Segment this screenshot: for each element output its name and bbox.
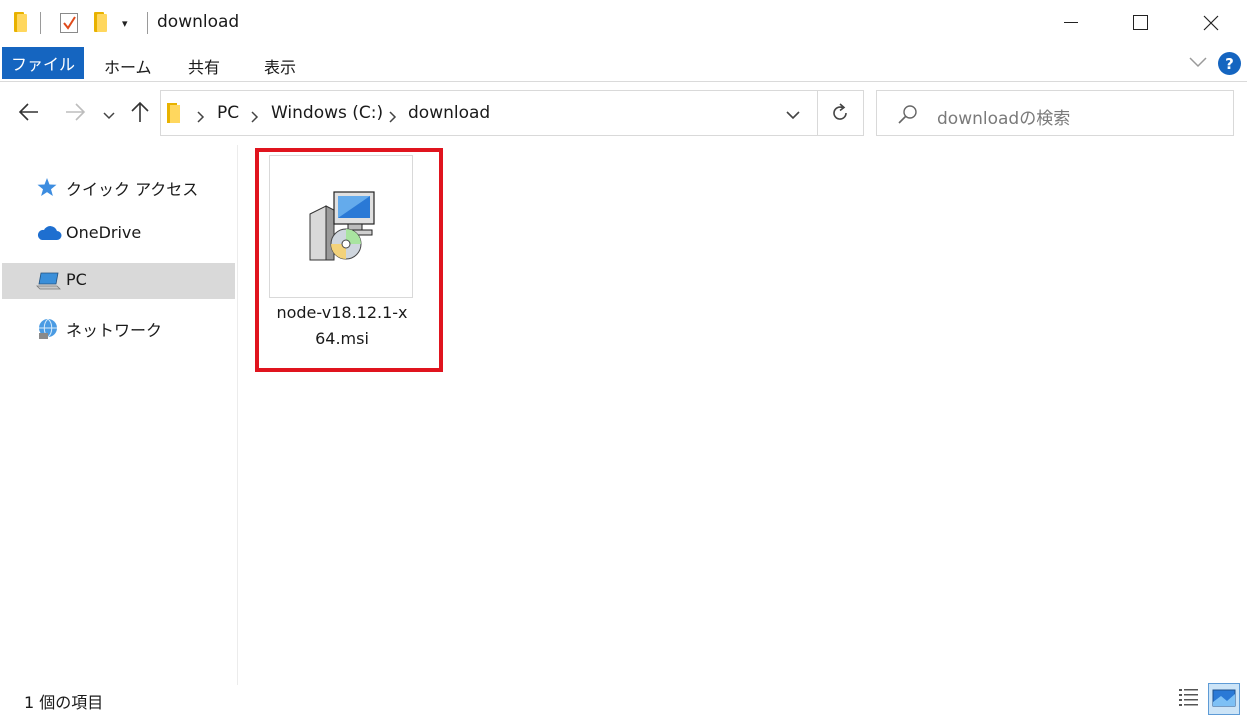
- expand-ribbon-icon[interactable]: [1188, 54, 1208, 73]
- large-icons-view-icon[interactable]: [1208, 683, 1240, 715]
- divider: [147, 12, 148, 34]
- window-title: download: [157, 12, 240, 32]
- search-box[interactable]: downloadの検索: [876, 90, 1234, 136]
- search-placeholder: downloadの検索: [937, 109, 1071, 129]
- breadcrumb-separator-icon[interactable]: [251, 108, 259, 127]
- tab-share[interactable]: 共有: [188, 54, 220, 78]
- sidebar-item-network[interactable]: ネットワーク: [2, 310, 235, 346]
- breadcrumb-pc[interactable]: PC: [217, 103, 239, 123]
- maximize-button[interactable]: [1106, 0, 1176, 46]
- title-bar: ▾ download: [0, 0, 1247, 46]
- tab-view[interactable]: 表示: [264, 54, 296, 78]
- sidebar-item-quick-access[interactable]: クイック アクセス: [2, 169, 235, 205]
- computer-icon: [36, 271, 62, 295]
- forward-arrow-icon[interactable]: [64, 100, 86, 128]
- address-history-chevron-icon[interactable]: [785, 107, 801, 126]
- breadcrumb-separator-icon[interactable]: [389, 108, 397, 127]
- back-arrow-icon[interactable]: [18, 100, 40, 128]
- divider: [817, 91, 818, 135]
- sidebar-item-onedrive[interactable]: OneDrive: [2, 216, 235, 252]
- sidebar-item-label: OneDrive: [66, 223, 142, 242]
- sidebar-item-label: PC: [66, 270, 87, 289]
- star-icon: [36, 177, 58, 201]
- new-folder-icon[interactable]: [94, 12, 108, 32]
- breadcrumb-separator-icon[interactable]: [197, 108, 205, 127]
- navigation-pane: クイック アクセス OneDrive PC ネットワーク: [0, 145, 238, 685]
- network-icon: [36, 318, 60, 344]
- close-button[interactable]: [1176, 0, 1246, 46]
- address-bar[interactable]: PC Windows (C:) download: [160, 90, 864, 136]
- search-icon: [897, 103, 919, 129]
- highlight-box: [255, 148, 443, 372]
- customize-quick-access-icon[interactable]: ▾: [122, 17, 128, 30]
- cloud-icon: [36, 224, 62, 246]
- divider: [40, 12, 41, 34]
- ribbon-tabs: ファイル ホーム 共有 表示 ?: [0, 46, 1247, 82]
- status-item-count: 1 個の項目: [24, 693, 104, 712]
- folder-icon: [167, 103, 181, 127]
- folder-icon[interactable]: [14, 12, 28, 32]
- properties-icon[interactable]: [60, 13, 78, 33]
- tab-file[interactable]: ファイル: [2, 47, 84, 79]
- sidebar-item-label: ネットワーク: [66, 321, 163, 340]
- sidebar-item-pc[interactable]: PC: [2, 263, 235, 299]
- details-view-icon[interactable]: [1178, 686, 1200, 712]
- up-arrow-icon[interactable]: [130, 100, 150, 128]
- sidebar-item-label: クイック アクセス: [66, 180, 199, 199]
- help-icon[interactable]: ?: [1218, 52, 1241, 75]
- minimize-button[interactable]: [1036, 0, 1106, 46]
- breadcrumb-download[interactable]: download: [408, 103, 490, 123]
- refresh-icon[interactable]: [829, 102, 851, 128]
- tab-home[interactable]: ホーム: [104, 54, 152, 78]
- recent-locations-chevron-icon[interactable]: [103, 106, 115, 125]
- breadcrumb-windows-c[interactable]: Windows (C:): [271, 103, 383, 123]
